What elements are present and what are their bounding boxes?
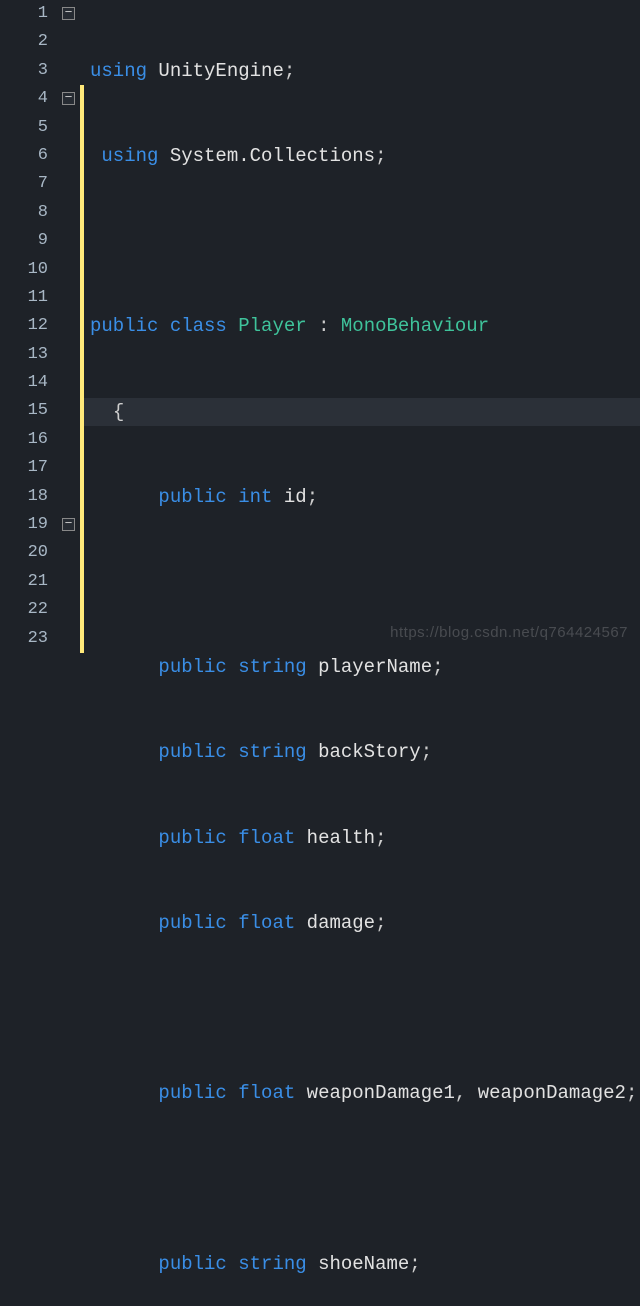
line-number: 1 xyxy=(0,0,48,28)
identifier: health xyxy=(307,827,375,849)
code-line[interactable]: public int id; xyxy=(84,483,640,511)
punct: : xyxy=(318,315,329,337)
type: string xyxy=(238,656,306,678)
line-number: 2 xyxy=(0,28,48,56)
watermark-text: https://blog.csdn.net/q764424567 xyxy=(390,619,628,647)
line-number: 14 xyxy=(0,369,48,397)
code-line[interactable]: public string shoeName; xyxy=(84,1250,640,1278)
code-line[interactable]: public float health; xyxy=(84,824,640,852)
code-line[interactable]: public string backStory; xyxy=(84,738,640,766)
identifier: weaponDamage2 xyxy=(478,1082,626,1104)
identifier: weaponDamage1 xyxy=(307,1082,455,1104)
punct: ; xyxy=(375,145,386,167)
line-number: 5 xyxy=(0,114,48,142)
keyword: public xyxy=(158,656,226,678)
line-number: 17 xyxy=(0,454,48,482)
keyword: public xyxy=(158,486,226,508)
keyword: public xyxy=(158,1253,226,1275)
code-editor[interactable]: 1 2 3 4 5 6 7 8 9 10 11 12 13 14 15 16 1… xyxy=(0,0,640,653)
line-number: 11 xyxy=(0,284,48,312)
code-line[interactable] xyxy=(84,994,640,1022)
fold-toggle-icon[interactable]: − xyxy=(62,518,75,531)
punct: ; xyxy=(307,486,318,508)
line-number: 4 xyxy=(0,85,48,113)
identifier: damage xyxy=(307,912,375,934)
keyword: class xyxy=(170,315,227,337)
line-number: 7 xyxy=(0,170,48,198)
code-line[interactable]: public float weaponDamage1, weaponDamage… xyxy=(84,1079,640,1107)
punct: ; xyxy=(409,1253,420,1275)
type: int xyxy=(238,486,272,508)
type: float xyxy=(238,827,295,849)
identifier: id xyxy=(284,486,307,508)
punct: ; xyxy=(375,827,386,849)
code-line[interactable]: public string playerName; xyxy=(84,653,640,681)
punct: ; xyxy=(432,656,443,678)
line-number: 10 xyxy=(0,256,48,284)
keyword: public xyxy=(158,827,226,849)
line-number-gutter: 1 2 3 4 5 6 7 8 9 10 11 12 13 14 15 16 1… xyxy=(0,0,58,653)
punct: , xyxy=(455,1082,466,1104)
fold-column: − − − xyxy=(58,0,80,653)
keyword: public xyxy=(158,1082,226,1104)
code-line[interactable]: using UnityEngine; xyxy=(84,57,640,85)
line-number: 21 xyxy=(0,568,48,596)
code-line[interactable] xyxy=(84,1164,640,1192)
line-number: 8 xyxy=(0,199,48,227)
keyword: using xyxy=(101,145,158,167)
class-name: Player xyxy=(238,315,306,337)
line-number: 22 xyxy=(0,596,48,624)
keyword: using xyxy=(90,60,147,82)
punct: ; xyxy=(375,912,386,934)
line-number: 23 xyxy=(0,625,48,653)
line-number: 19 xyxy=(0,511,48,539)
punct: ; xyxy=(284,60,295,82)
keyword: public xyxy=(158,912,226,934)
code-area[interactable]: using UnityEngine; using System.Collecti… xyxy=(84,0,640,653)
fold-toggle-icon[interactable]: − xyxy=(62,7,75,20)
fold-toggle-icon[interactable]: − xyxy=(62,92,75,105)
code-line[interactable] xyxy=(84,568,640,596)
identifier: System.Collections xyxy=(170,145,375,167)
identifier: UnityEngine xyxy=(158,60,283,82)
keyword: public xyxy=(158,741,226,763)
line-number: 13 xyxy=(0,341,48,369)
identifier: backStory xyxy=(318,741,421,763)
type: float xyxy=(238,1082,295,1104)
line-number: 6 xyxy=(0,142,48,170)
line-number: 9 xyxy=(0,227,48,255)
type: string xyxy=(238,1253,306,1275)
identifier: playerName xyxy=(318,656,432,678)
type: string xyxy=(238,741,306,763)
keyword: public xyxy=(90,315,158,337)
code-line-current[interactable]: { xyxy=(84,398,640,426)
code-line[interactable]: public float damage; xyxy=(84,909,640,937)
punct: ; xyxy=(421,741,432,763)
code-line[interactable]: using System.Collections; xyxy=(84,142,640,170)
line-number: 16 xyxy=(0,426,48,454)
punct: ; xyxy=(626,1082,637,1104)
type: float xyxy=(238,912,295,934)
class-name: MonoBehaviour xyxy=(341,315,489,337)
line-number: 12 xyxy=(0,312,48,340)
code-line[interactable]: public class Player : MonoBehaviour xyxy=(84,312,640,340)
line-number: 18 xyxy=(0,483,48,511)
identifier: shoeName xyxy=(318,1253,409,1275)
code-line[interactable] xyxy=(84,227,640,255)
line-number: 15 xyxy=(0,397,48,425)
line-number: 3 xyxy=(0,57,48,85)
line-number: 20 xyxy=(0,539,48,567)
punct: { xyxy=(113,401,124,423)
